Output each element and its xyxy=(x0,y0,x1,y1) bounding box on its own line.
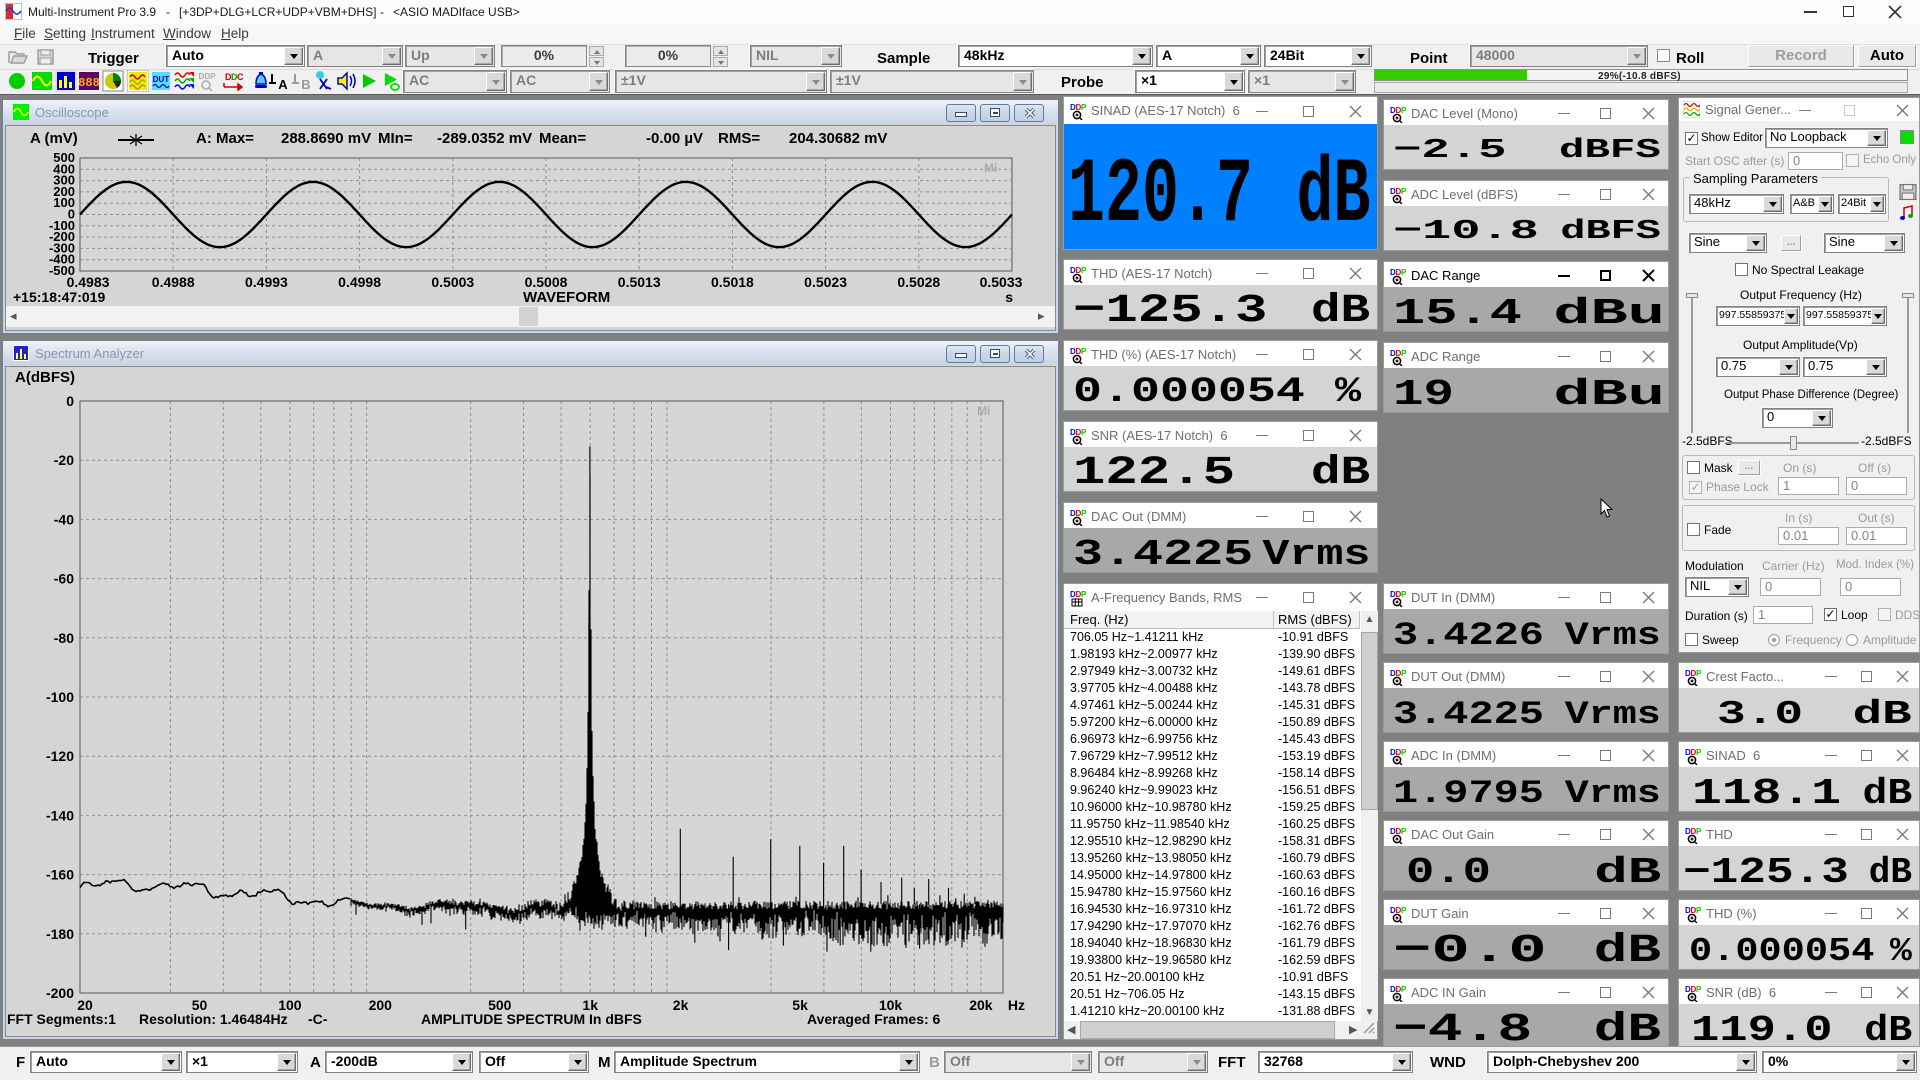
svg-text:DUT: DUT xyxy=(153,75,170,84)
svg-text:0.5013: 0.5013 xyxy=(618,274,661,290)
svg-text:0.4988: 0.4988 xyxy=(152,274,195,290)
svg-text:AMPLITUDE SPECTRUM In dBFS: AMPLITUDE SPECTRUM In dBFS xyxy=(421,1011,642,1027)
svg-text:P: P xyxy=(1401,349,1407,358)
svg-text:P: P xyxy=(1401,985,1407,994)
svg-text:A(dBFS): A(dBFS) xyxy=(15,369,75,386)
svg-text:Resolution: 1.46484Hz: Resolution: 1.46484Hz xyxy=(139,1011,288,1027)
svg-text:-40: -40 xyxy=(54,511,74,527)
svg-text:0.5018: 0.5018 xyxy=(711,274,754,290)
svg-text:P: P xyxy=(1401,748,1407,757)
svg-text:0.4993: 0.4993 xyxy=(245,274,288,290)
svg-text:P: P xyxy=(1081,509,1087,518)
svg-text:WAVEFORM: WAVEFORM xyxy=(523,289,610,306)
svg-text:P: P xyxy=(1401,187,1407,196)
svg-text:A: A xyxy=(278,77,288,92)
svg-text:P: P xyxy=(1696,985,1702,994)
svg-text:P: P xyxy=(1081,428,1087,437)
svg-text:5k: 5k xyxy=(792,997,808,1013)
svg-text:P: P xyxy=(1081,266,1087,275)
svg-text:P: P xyxy=(1401,827,1407,836)
svg-text:-C-: -C- xyxy=(308,1011,328,1027)
svg-text:888: 888 xyxy=(78,76,100,90)
svg-text:-120: -120 xyxy=(46,748,74,764)
svg-text:0.5028: 0.5028 xyxy=(897,274,940,290)
svg-text:-160: -160 xyxy=(46,867,74,883)
svg-text:0.5008: 0.5008 xyxy=(525,274,568,290)
svg-text:s: s xyxy=(1005,289,1013,305)
svg-text:Mi: Mi xyxy=(977,404,990,418)
svg-text:-140: -140 xyxy=(46,807,74,823)
svg-text:0.5033: 0.5033 xyxy=(980,274,1023,290)
svg-text:0.4983: 0.4983 xyxy=(67,274,110,290)
svg-text:P: P xyxy=(1401,106,1407,115)
svg-text:FFT Segments:1: FFT Segments:1 xyxy=(7,1011,116,1027)
svg-text:0.5023: 0.5023 xyxy=(804,274,847,290)
svg-text:P: P xyxy=(1696,827,1702,836)
svg-text:P: P xyxy=(1696,748,1702,757)
svg-text:P: P xyxy=(1696,906,1702,915)
svg-text:P: P xyxy=(1081,103,1087,112)
svg-text:P: P xyxy=(1401,268,1407,277)
svg-text:P: P xyxy=(1081,590,1087,599)
svg-text:-180: -180 xyxy=(46,926,74,942)
svg-text:-60: -60 xyxy=(54,571,74,587)
svg-text:P: P xyxy=(1401,906,1407,915)
svg-text:Mi: Mi xyxy=(984,161,997,175)
svg-text:-80: -80 xyxy=(54,630,74,646)
svg-text:-100: -100 xyxy=(46,689,74,705)
svg-text:20k: 20k xyxy=(969,997,993,1013)
svg-text:Hz: Hz xyxy=(1008,997,1025,1013)
svg-text:200: 200 xyxy=(369,997,393,1013)
svg-text:2k: 2k xyxy=(673,997,689,1013)
svg-text:-200: -200 xyxy=(46,985,74,1001)
svg-text:C: C xyxy=(237,72,243,82)
svg-text:Averaged Frames: 6: Averaged Frames: 6 xyxy=(807,1011,941,1027)
svg-text:0.4998: 0.4998 xyxy=(338,274,381,290)
svg-text:0.5003: 0.5003 xyxy=(431,274,474,290)
svg-text:0: 0 xyxy=(66,393,74,409)
svg-text:P: P xyxy=(1696,669,1702,678)
svg-text:DDP: DDP xyxy=(199,72,217,81)
svg-text:+15:18:47:019: +15:18:47:019 xyxy=(13,289,105,305)
svg-text:P: P xyxy=(1081,347,1087,356)
svg-text:P: P xyxy=(1401,669,1407,678)
svg-text:-20: -20 xyxy=(54,452,74,468)
svg-text:B: B xyxy=(301,77,310,92)
svg-text:P: P xyxy=(1401,590,1407,599)
